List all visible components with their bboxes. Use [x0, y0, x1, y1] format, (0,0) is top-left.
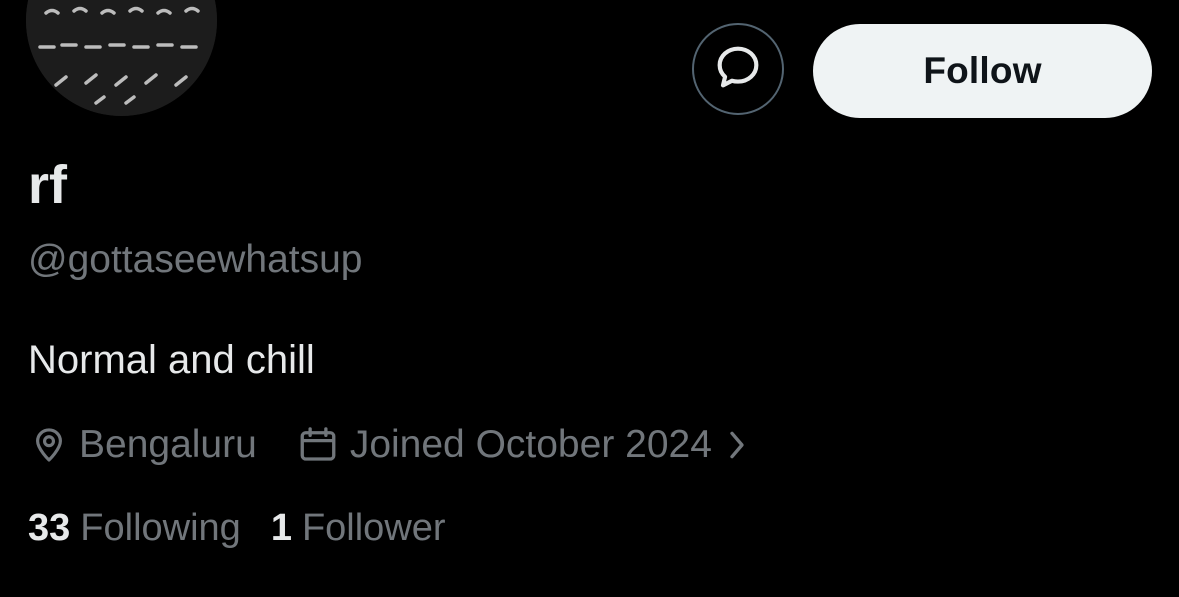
following-label: Following: [80, 507, 241, 549]
message-bubble-icon: [713, 42, 763, 97]
follow-button-label: Follow: [923, 50, 1042, 91]
follow-stats: 33 Following 1 Follower: [28, 509, 446, 547]
followers-label: Follower: [301, 507, 446, 549]
bio-text: Normal and chill: [28, 338, 315, 382]
follow-button[interactable]: Follow: [813, 24, 1152, 118]
chevron-right-icon: [728, 430, 746, 460]
followers-link[interactable]: 1 Follower: [271, 509, 446, 547]
username-handle: @gottaseewhatsup: [28, 238, 363, 281]
followers-count: 1: [270, 507, 292, 549]
location: Bengaluru: [30, 423, 257, 467]
message-button[interactable]: [692, 23, 784, 115]
calendar-icon: [297, 424, 339, 466]
location-label: Bengaluru: [79, 423, 257, 466]
joined-label: Joined October 2024: [349, 423, 712, 466]
following-link[interactable]: 33 Following: [28, 509, 241, 547]
following-count: 33: [28, 507, 71, 549]
joined-date[interactable]: Joined October 2024: [297, 423, 746, 467]
avatar[interactable]: [26, 0, 217, 116]
avatar-image: [26, 0, 217, 116]
location-pin-icon: [30, 426, 68, 464]
display-name: rf: [28, 155, 67, 215]
profile-meta: Bengaluru Joined October 2024: [30, 423, 746, 467]
